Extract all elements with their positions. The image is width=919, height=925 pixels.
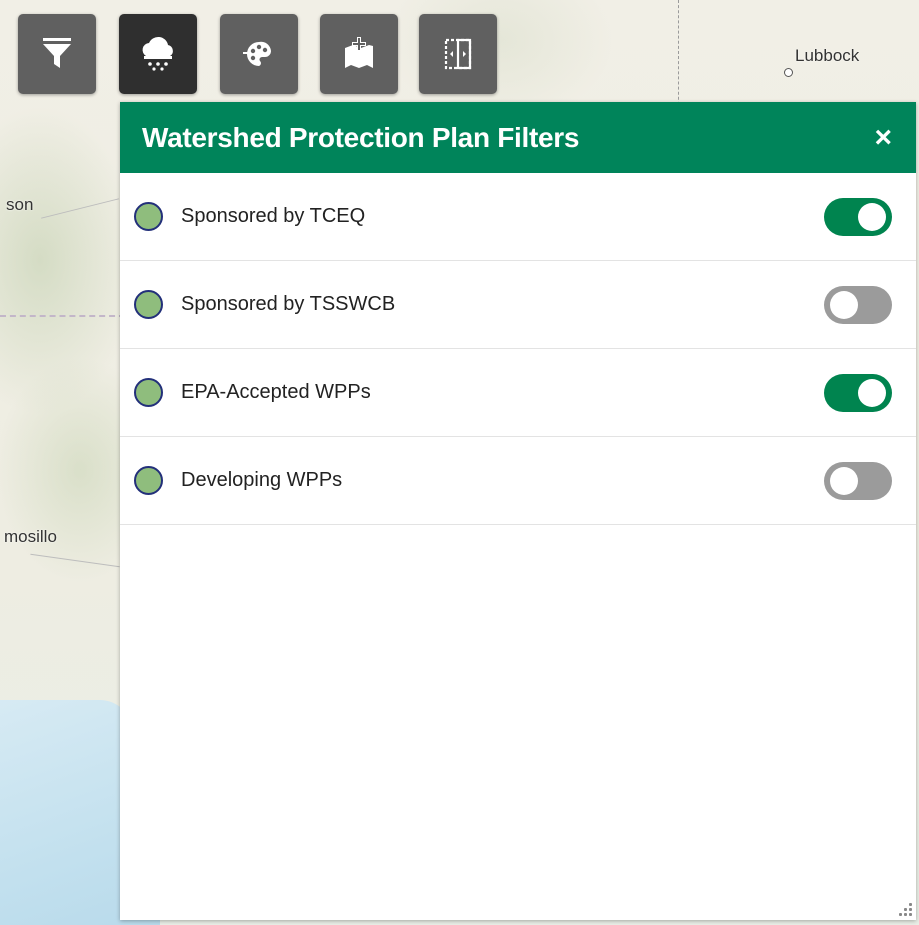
legend-swatch <box>134 290 163 319</box>
filter-label: Sponsored by TCEQ <box>181 205 366 227</box>
swipe-compare-button[interactable] <box>419 14 497 94</box>
filter-icon <box>43 38 71 68</box>
wpp-filters-panel: Watershed Protection Plan Filters × Spon… <box>120 102 916 920</box>
filter-label: Developing WPPs <box>181 469 343 491</box>
map-label-son: son <box>6 195 34 214</box>
rain-cloud-icon <box>142 36 173 71</box>
road-line <box>41 198 119 219</box>
legend-swatch <box>134 202 163 231</box>
toggle-knob <box>830 466 858 495</box>
toggle-switch-tceq[interactable] <box>824 197 892 236</box>
filter-row-developing: Developing WPPs <box>120 437 916 525</box>
filter-row-epa-accepted: EPA-Accepted WPPs <box>120 349 916 437</box>
city-marker-lubbock <box>784 68 793 77</box>
legend-button[interactable] <box>220 14 298 94</box>
road-line <box>30 553 120 568</box>
filter-label: Sponsored by TSSWCB <box>181 293 396 315</box>
filter-row-tsswcb: Sponsored by TSSWCB <box>120 261 916 349</box>
map-label-lubbock: Lubbock <box>795 46 860 65</box>
filter-button[interactable] <box>18 14 96 94</box>
watershed-plans-button[interactable] <box>119 14 197 94</box>
map-label-hermosillo: mosillo <box>4 527 57 546</box>
add-map-icon <box>345 37 373 68</box>
filter-label: EPA-Accepted WPPs <box>181 381 371 403</box>
add-layer-button[interactable] <box>320 14 398 94</box>
resize-handle[interactable] <box>898 902 912 916</box>
state-boundary-line <box>678 0 679 110</box>
toggle-switch-epa-accepted[interactable] <box>824 373 892 412</box>
toggle-switch-tsswcb[interactable] <box>824 285 892 324</box>
panel-header: Watershed Protection Plan Filters × <box>120 102 916 173</box>
legend-swatch <box>134 378 163 407</box>
swipe-compare-icon <box>444 38 472 70</box>
toggle-switch-developing[interactable] <box>824 461 892 500</box>
toggle-knob <box>858 202 886 231</box>
legend-swatch <box>134 466 163 495</box>
toggle-knob <box>858 378 886 407</box>
country-border-line <box>0 315 125 317</box>
close-button[interactable]: × <box>874 122 892 153</box>
palette-icon <box>243 41 271 66</box>
toggle-knob <box>830 290 858 319</box>
filter-row-tceq: Sponsored by TCEQ <box>120 173 916 261</box>
panel-title: Watershed Protection Plan Filters <box>142 121 580 153</box>
